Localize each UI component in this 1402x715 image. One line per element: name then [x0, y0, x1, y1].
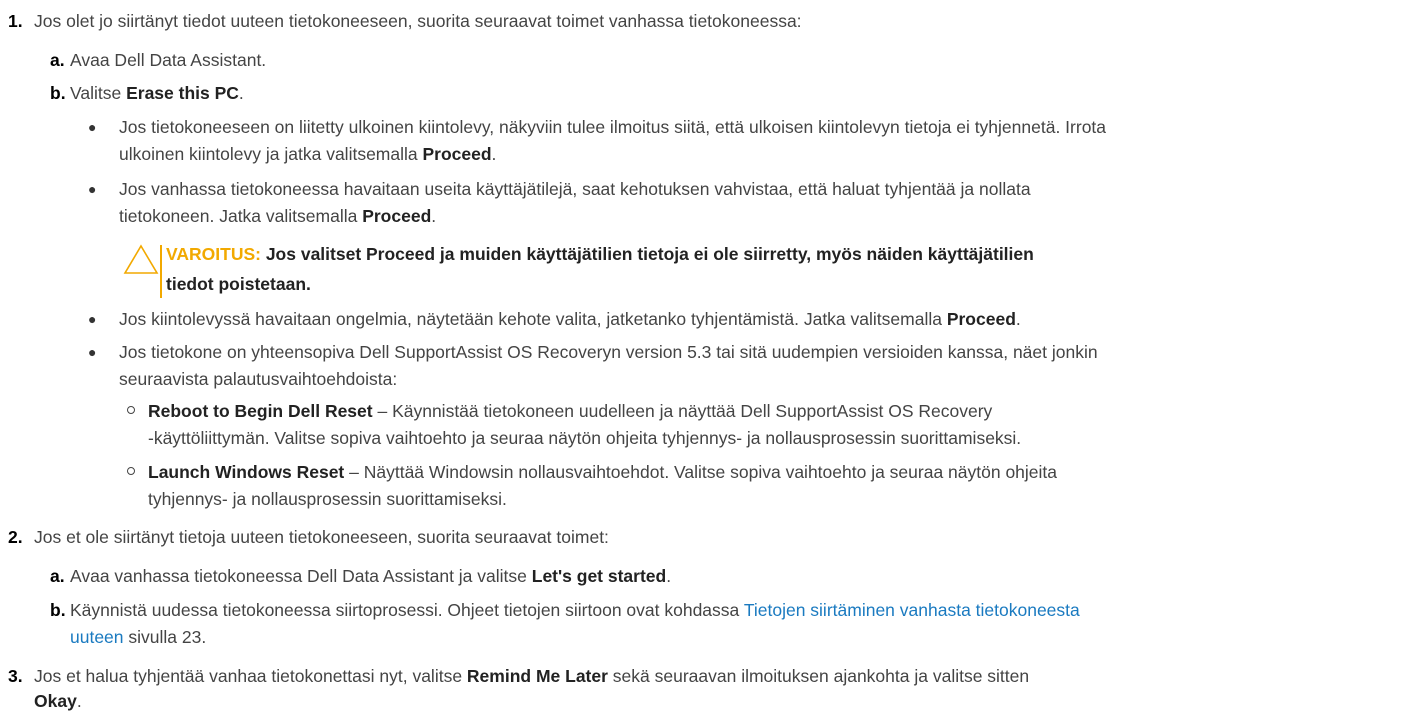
substep-1b-letter: b. — [50, 83, 66, 103]
step-3-line2: Okay. — [34, 691, 82, 711]
substep-2b-letter: b. — [50, 600, 66, 620]
substep-1b-text: Valitse Erase this PC. — [70, 83, 244, 103]
substep-2b-line1: Käynnistä uudessa tietokoneessa siirtopr… — [70, 600, 1080, 620]
bullet-4-line2: seuraavista palautusvaihtoehdoista: — [119, 369, 398, 389]
step-1-text: Jos olet jo siirtänyt tiedot uuteen tiet… — [34, 11, 802, 31]
substep-2a-letter: a. — [50, 566, 65, 586]
option-2-line1: Launch Windows Reset – Näyttää Windowsin… — [148, 462, 1058, 482]
step-1-number: 1. — [8, 11, 23, 31]
bullet-2-line2: tietokoneen. Jatka valitsemalla Proceed. — [119, 206, 437, 226]
bullet-3-line1: Jos kiintolevyssä havaitaan ongelmia, nä… — [119, 309, 1021, 329]
step-3-number: 3. — [8, 666, 23, 686]
bullet-2-line1: Jos vanhassa tietokoneessa havaitaan use… — [119, 179, 1031, 199]
document-page: 1. Jos olet jo siirtänyt tiedot uuteen t… — [0, 0, 1402, 713]
warning-line2: tiedot poistetaan. — [166, 274, 311, 294]
bullet-icon: ● — [88, 344, 97, 360]
circle-bullet-icon — [127, 467, 135, 475]
transfer-data-link[interactable]: Tietojen siirtäminen vanhasta tietokonee… — [744, 600, 1080, 620]
option-2-line2: tyhjennys- ja nollausprosessin suorittam… — [148, 489, 507, 509]
option-1-line1: Reboot to Begin Dell Reset – Käynnistää … — [148, 401, 993, 421]
substep-1a-letter: a. — [50, 50, 65, 70]
warning-label: VAROITUS: — [166, 244, 261, 264]
substep-1a-text: Avaa Dell Data Assistant. — [70, 50, 267, 70]
bullet-icon: ● — [88, 311, 97, 327]
option-1-line2: -käyttöliittymän. Valitse sopiva vaihtoe… — [148, 428, 1022, 448]
warning-line1: VAROITUS: Jos valitset Proceed ja muiden… — [166, 244, 1034, 264]
circle-bullet-icon — [127, 406, 135, 414]
step-2-number: 2. — [8, 527, 23, 547]
bullet-1-line2: ulkoinen kiintolevy ja jatka valitsemall… — [119, 144, 497, 164]
step-3-line1: Jos et halua tyhjentää vanhaa tietokonet… — [34, 666, 1030, 686]
substep-2a-text: Avaa vanhassa tietokoneessa Dell Data As… — [70, 566, 672, 586]
bullet-icon: ● — [88, 181, 97, 197]
warning-bar — [160, 245, 162, 298]
bullet-icon: ● — [88, 119, 97, 135]
step-2-text: Jos et ole siirtänyt tietoja uuteen tiet… — [34, 527, 609, 547]
substep-2b-line2: uuteen sivulla 23. — [70, 627, 207, 647]
warning-triangle-icon — [123, 244, 159, 274]
bullet-4-line1: Jos tietokone on yhteensopiva Dell Suppo… — [119, 342, 1098, 362]
bullet-1-line1: Jos tietokoneeseen on liitetty ulkoinen … — [119, 117, 1107, 137]
transfer-data-link-cont[interactable]: uuteen — [70, 627, 124, 647]
